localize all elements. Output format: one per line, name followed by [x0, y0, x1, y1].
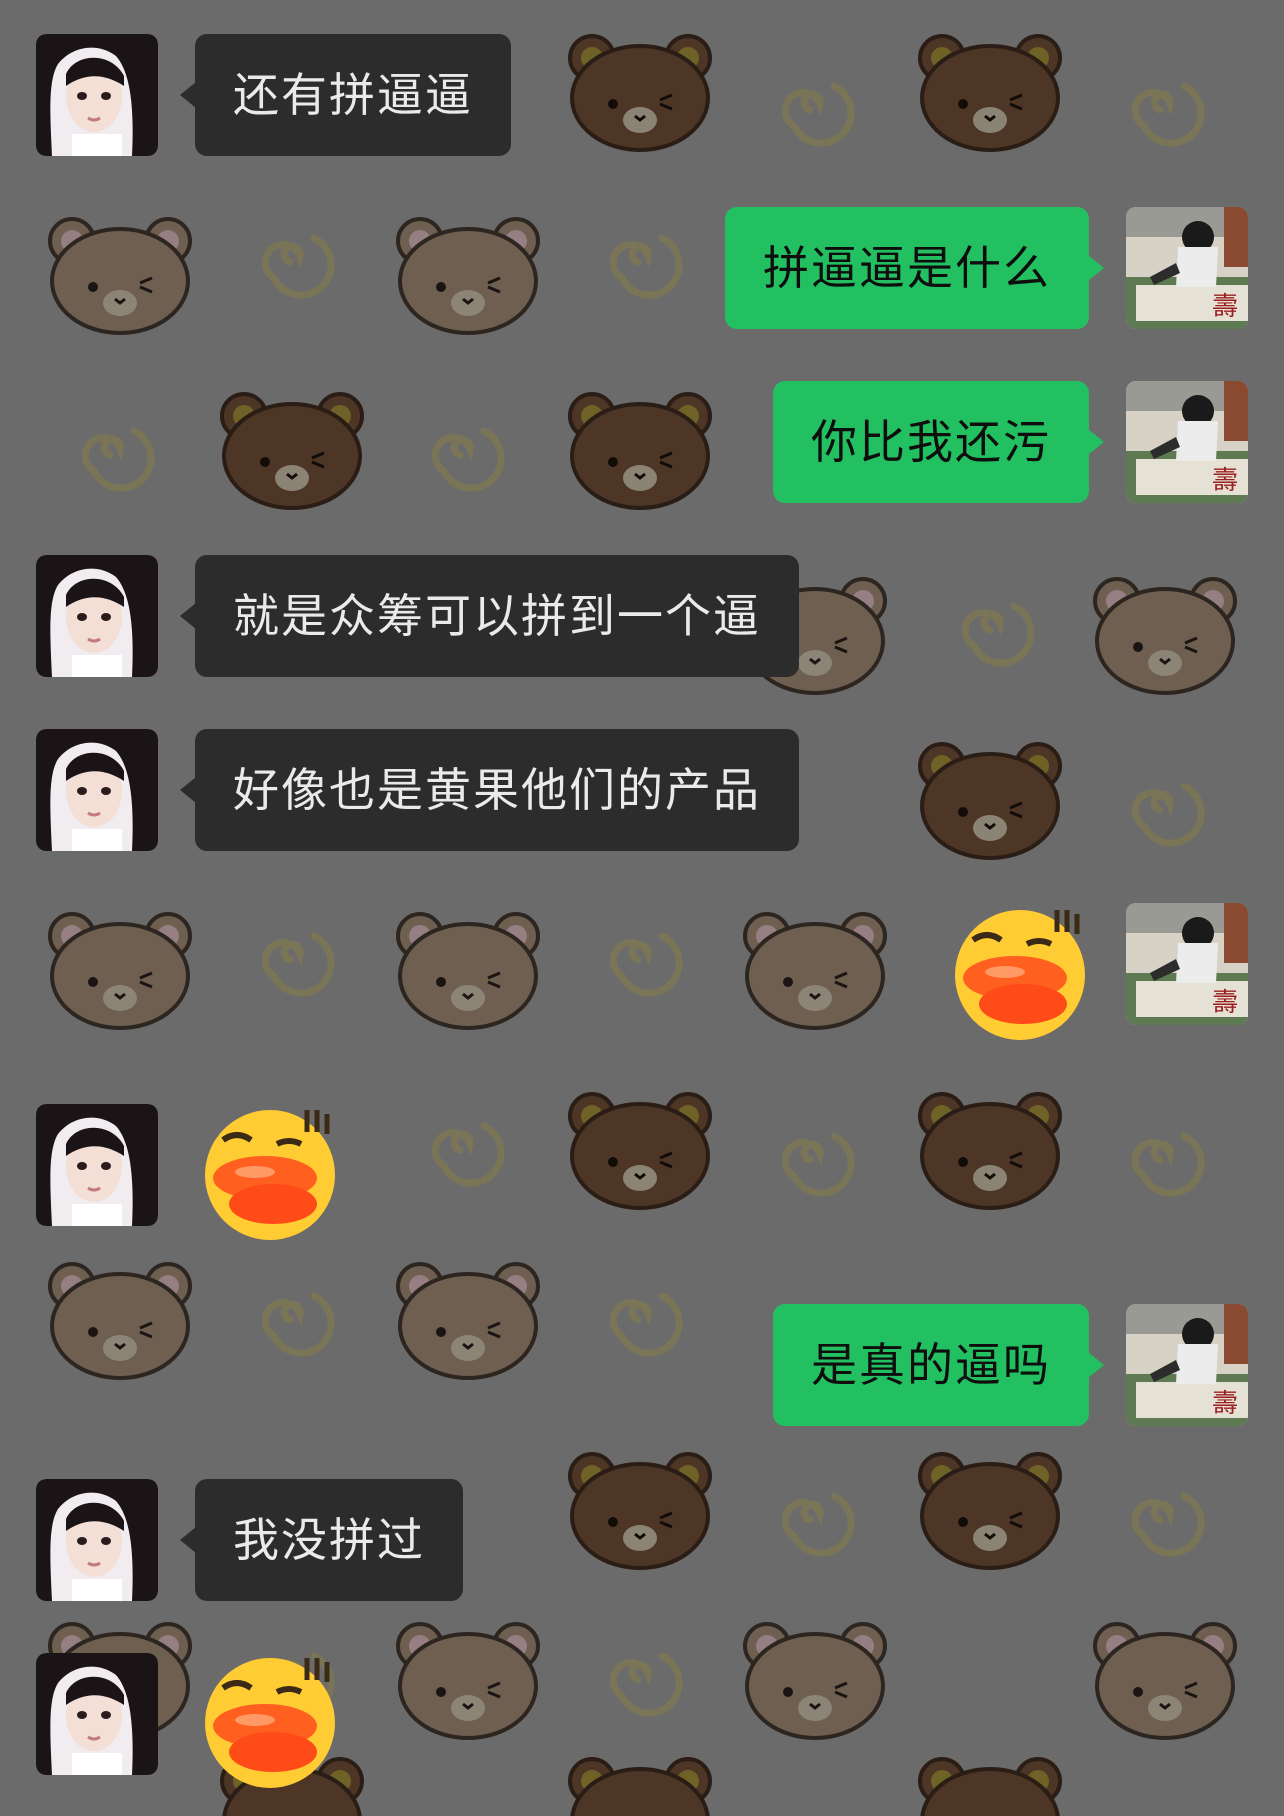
message-row — [0, 0, 1284, 1816]
contact-avatar[interactable] — [36, 1653, 158, 1775]
duck-lips-emoji[interactable] — [195, 1648, 345, 1798]
